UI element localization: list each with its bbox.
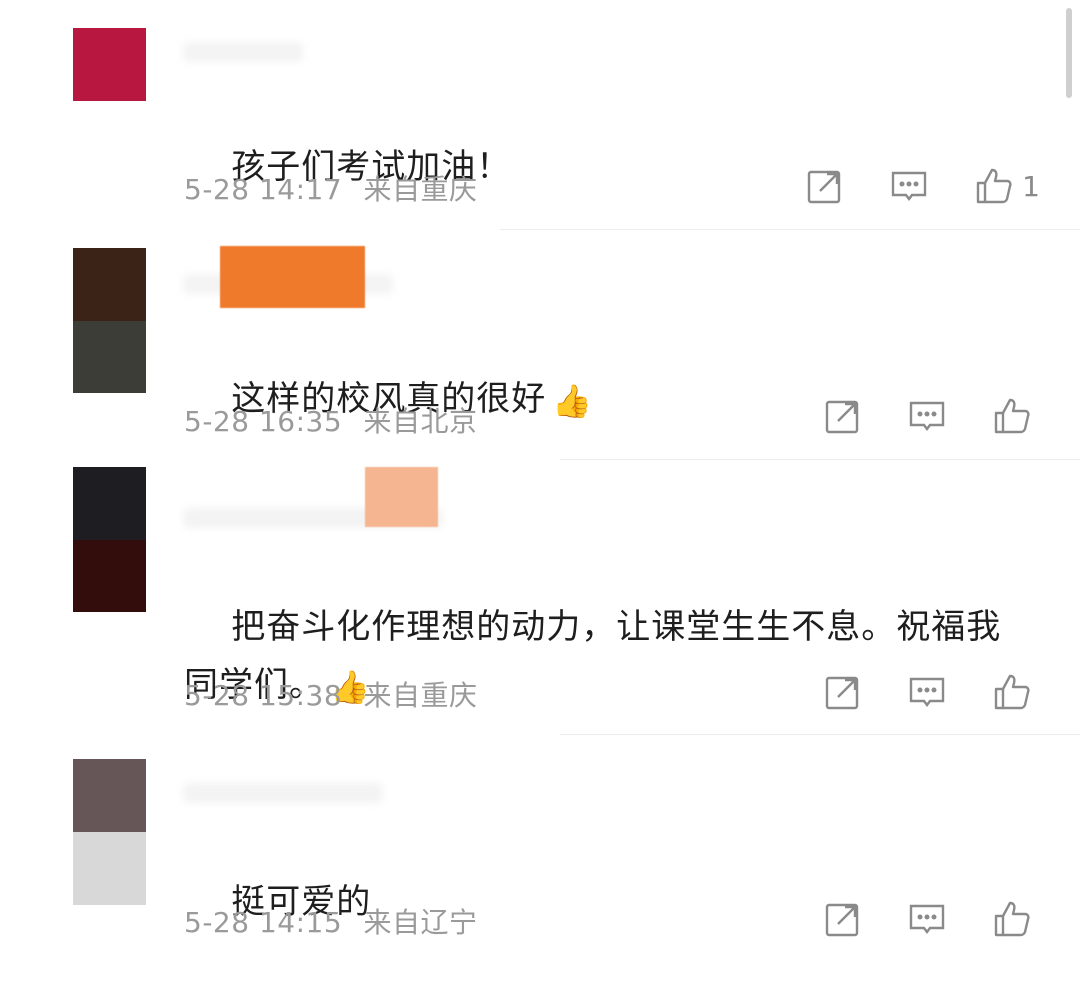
comment-time: 5-28 14:17 (184, 173, 343, 206)
comment-meta: 5-28 15:38 来自重庆 (184, 674, 478, 714)
like-count: 1 (1022, 169, 1040, 203)
like-button[interactable] (992, 672, 1040, 712)
share-icon[interactable] (824, 673, 862, 711)
comment-icon[interactable] (890, 167, 928, 205)
comment-meta: 5-28 14:15 来自辽宁 (184, 901, 478, 941)
comment-location: 来自辽宁 (363, 906, 478, 939)
comment-time: 5-28 15:38 (184, 679, 343, 712)
thumbs-up-icon (992, 899, 1032, 939)
comment-item: 把奋斗化作理想的动力，让课堂生生不息。祝福我同学们。 👍 5-28 15:38 来… (0, 460, 1080, 735)
comment-time: 5-28 14:15 (184, 906, 343, 939)
username-blurred[interactable] (183, 783, 383, 803)
avatar[interactable] (73, 248, 146, 393)
comment-icon[interactable] (908, 673, 946, 711)
thumbs-up-icon (974, 166, 1014, 206)
share-icon[interactable] (824, 900, 862, 938)
avatar[interactable] (73, 759, 146, 905)
username-blurred[interactable] (183, 42, 303, 62)
comment-item: 挺可爱的 5-28 14:15 来自辽宁 (0, 735, 1080, 963)
comment-icon[interactable] (908, 900, 946, 938)
comment-item: 这样的校风真的很好 👍 5-28 16:35 来自北京 (0, 230, 1080, 460)
avatar[interactable] (73, 467, 146, 612)
comment-time: 5-28 16:35 (184, 405, 343, 438)
share-icon[interactable] (806, 167, 844, 205)
thumbs-up-icon (992, 396, 1032, 436)
like-button[interactable] (992, 899, 1040, 939)
like-button[interactable]: 1 (974, 166, 1040, 206)
comment-actions (824, 672, 1040, 712)
comment-actions: 1 (806, 166, 1040, 206)
comment-item: 孩子们考试加油！ 5-28 14:17 来自重庆 1 (0, 0, 1080, 230)
comment-meta: 5-28 16:35 来自北京 (184, 400, 478, 440)
thumbs-up-icon (992, 672, 1032, 712)
thumbs-up-emoji-icon: 👍 (552, 382, 594, 420)
comment-location: 来自重庆 (363, 173, 478, 206)
comment-actions (824, 899, 1040, 939)
comment-meta: 5-28 14:17 来自重庆 (184, 168, 478, 208)
comment-location: 来自重庆 (363, 679, 478, 712)
like-button[interactable] (992, 396, 1040, 436)
avatar[interactable] (73, 28, 146, 101)
user-badge (220, 246, 365, 308)
comment-icon[interactable] (908, 397, 946, 435)
comment-actions (824, 396, 1040, 436)
user-badge (365, 467, 438, 527)
comment-location: 来自北京 (363, 405, 478, 438)
share-icon[interactable] (824, 397, 862, 435)
